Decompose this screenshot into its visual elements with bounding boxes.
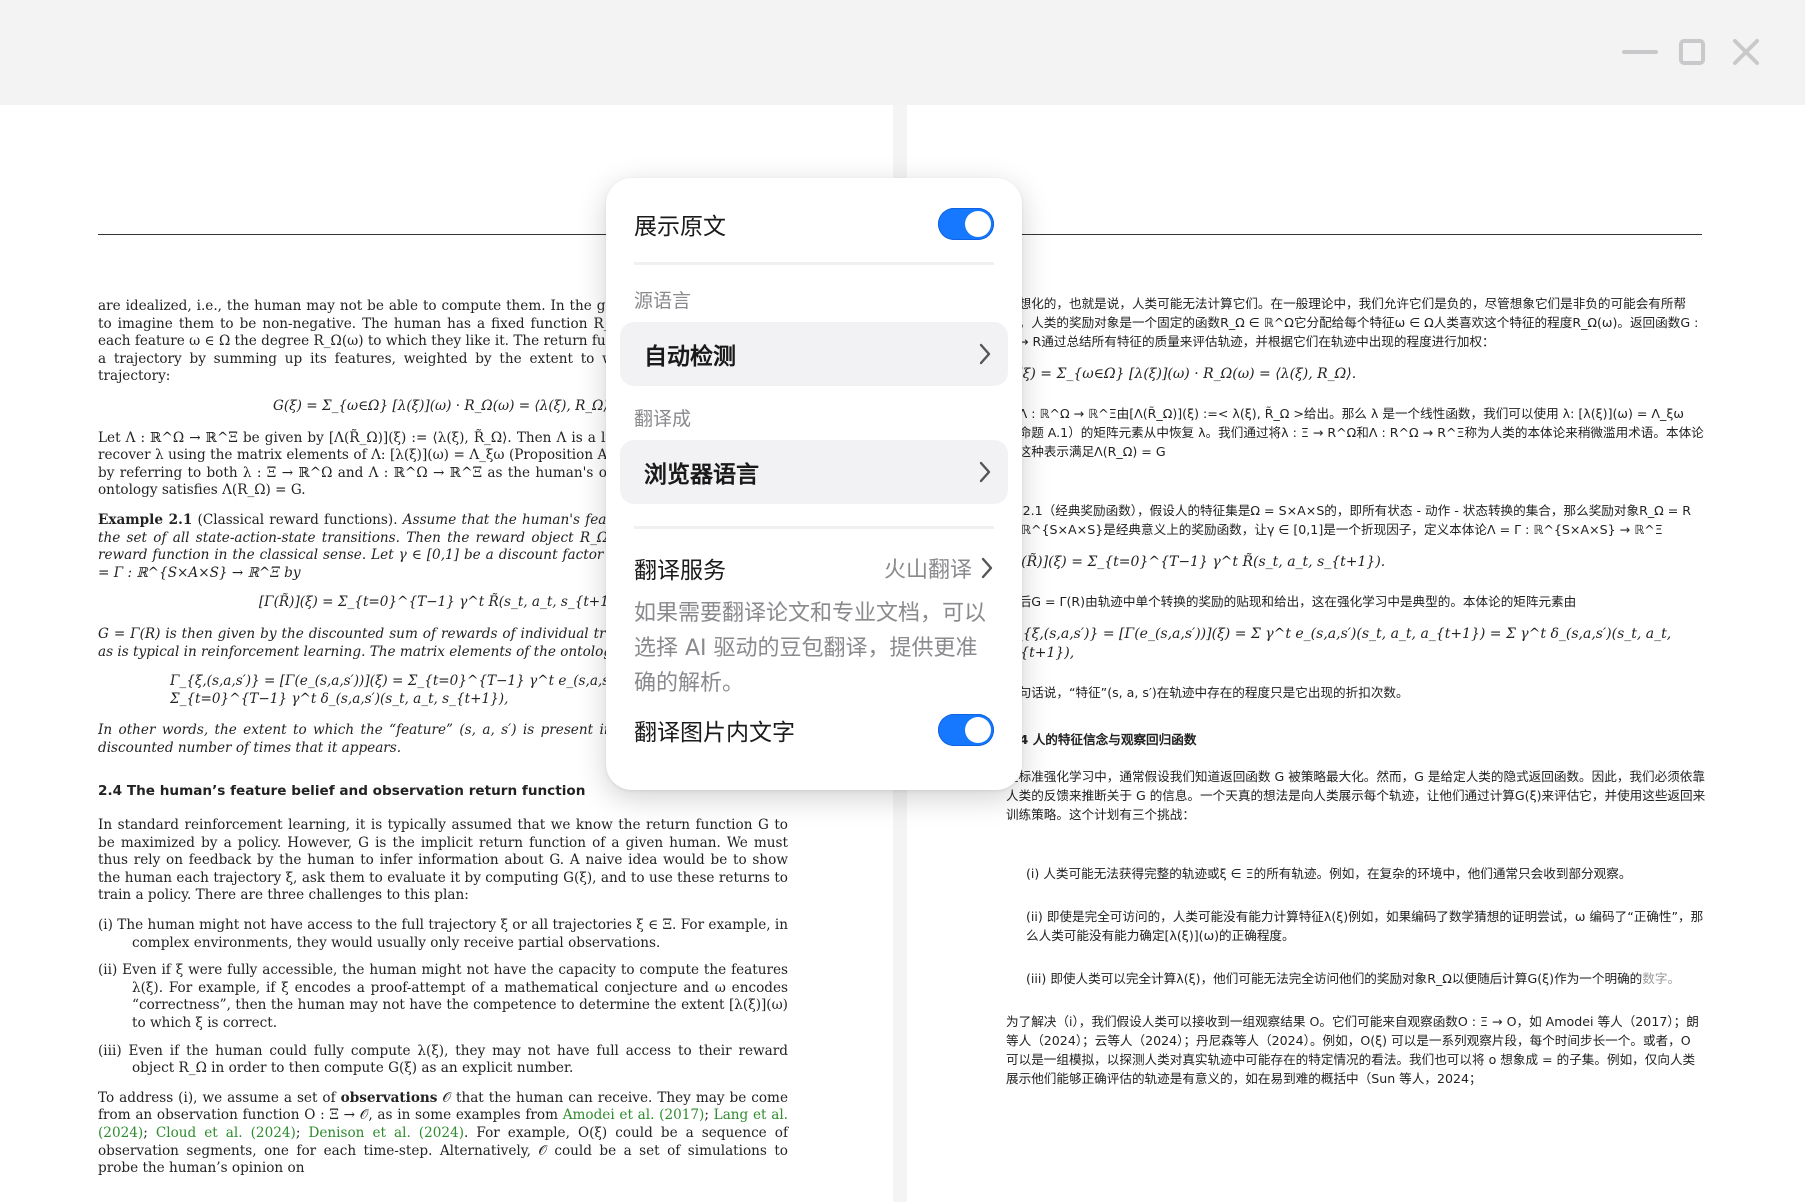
list-item: (i) The human might not have access to t… [98, 917, 788, 951]
list-item: (iii) Even if the human could fully comp… [98, 1042, 788, 1077]
translate-images-label: 翻译图片内文字 [634, 720, 795, 746]
text: To address (i), we assume a set of [98, 1089, 341, 1106]
service-value-group: 火山翻译 [884, 552, 994, 584]
source-language-heading: 源语言 [634, 290, 692, 312]
divider [634, 526, 994, 529]
text: (iii) 即使人类可以完全计算λ(ξ)，他们可能无法完全访问他们的奖励对象R_… [1026, 971, 1643, 986]
paragraph: 为了解决（i），我们假设人类可以接收到一组观察结果 O。它们可能来自观察函数O … [1006, 1014, 1699, 1086]
list-item: (ii) 即使是完全可访问的，人类可能没有能力计算特征λ(ξ)例如，如果编码了数… [1026, 909, 1704, 943]
paragraph: 换句话说，“特征”(s, a, s′)在轨迹中存在的程度只是它出现的折扣次数。 [1006, 685, 1409, 700]
citation-link[interactable]: Amodei et al. (2017) [563, 1107, 705, 1123]
equation: [Γ(R̃)](ξ) = Σ_{t=0}^{T−1} γ^t R̃(s_t, a… [1006, 554, 1386, 570]
chevron-right-icon [979, 343, 991, 365]
list-item: (i) 人类可能无法获得完整的轨迹或ξ ∈ Ξ的所有轨迹。例如，在复杂的环境中，… [1026, 866, 1632, 881]
target-language-heading: 翻译成 [634, 408, 692, 430]
paragraph: 理想化的，也就是说，人类可能无法计算它们。在一般理论中，我们允许它们是负的，尽管… [1006, 296, 1699, 349]
example-heading: Example 2.1 [98, 511, 193, 528]
chevron-right-icon [981, 557, 993, 579]
minimize-icon[interactable] [1622, 36, 1658, 68]
window-titlebar [0, 0, 1805, 106]
target-language-value: 浏览器语言 [644, 462, 759, 488]
show-original-toggle[interactable] [938, 208, 994, 240]
paragraph: 让Λ : ℝ^Ω → ℝ^Ξ由[Λ(R̃_Ω)](ξ) :=< λ(ξ), R̃… [1006, 406, 1704, 459]
source-language-select[interactable]: 自动检测 [620, 322, 1008, 386]
list-item: (iii) 即使人类可以完全计算λ(ξ)，他们可能无法完全访问他们的奖励对象R_… [1026, 969, 1706, 988]
show-original-label: 展示原文 [634, 214, 726, 240]
maximize-icon[interactable] [1674, 36, 1710, 68]
translate-images-toggle[interactable] [938, 714, 994, 746]
translation-settings-popover: 展示原文 源语言 自动检测 翻译成 浏览器语言 翻译服务 火山翻译 如果需要翻译… [606, 178, 1022, 790]
challenge-list: (i) The human might not have access to t… [98, 917, 788, 1078]
header-rule-right [1020, 234, 1702, 235]
paragraph: In standard reinforcement learning, it i… [98, 817, 788, 904]
divider [634, 262, 994, 265]
equation: Γ_{ξ,(s,a,s′)} = [Γ(e_(s,a,s′))](ξ) = Σ … [1006, 626, 1672, 661]
list-item: (ii) Even if ξ were fully accessible, th… [98, 962, 788, 1031]
source-language-value: 自动检测 [644, 344, 736, 370]
toggle-knob [965, 717, 991, 743]
example-title: (Classical reward functions). [197, 511, 398, 528]
paragraph: To address (i), we assume a set of obser… [98, 1089, 788, 1177]
term-observations: observations [340, 1089, 438, 1106]
paragraph: 在标准强化学习中，通常假设我们知道返回函数 G 被策略最大化。然而，G 是给定人… [1006, 769, 1706, 822]
paragraph: 然后G = Γ(R)由轨迹中单个转换的奖励的贴现和给出，这在强化学习中是典型的。… [1006, 594, 1577, 609]
translated-page: 理想化的，也就是说，人类可能无法计算它们。在一般理论中，我们允许它们是负的，尽管… [1006, 294, 1706, 1102]
service-description: 如果需要翻译论文和专业文档，可以选择 AI 驱动的豆包翻译，提供更准确的解析。 [634, 601, 987, 696]
toggle-knob [965, 211, 991, 237]
citation-link[interactable]: Cloud et al. (2024) [156, 1125, 296, 1141]
show-original-row: 展示原文 [634, 202, 994, 246]
equation: G(ξ) = Σ_{ω∈Ω} [λ(ξ)](ω) · R_Ω(ω) = ⟨λ(ξ… [1006, 366, 1357, 382]
paragraph: 例 2.1（经典奖励函数），假设人的特征集是Ω = S×A×S的，即所有状态 -… [1006, 503, 1692, 537]
close-icon[interactable] [1728, 36, 1764, 68]
header-rule-left [98, 234, 608, 235]
citation-link[interactable]: Denison et al. (2024) [308, 1125, 464, 1141]
chevron-right-icon [979, 461, 991, 483]
translate-images-row: 翻译图片内文字 [634, 708, 994, 752]
translation-service-label: 翻译服务 [634, 558, 726, 584]
section-heading: 2.4 人的特征信念与观察回归函数 [1006, 732, 1197, 747]
text: 数字。 [1642, 971, 1681, 986]
translation-service-row[interactable]: 翻译服务 火山翻译 [634, 546, 994, 590]
target-language-select[interactable]: 浏览器语言 [620, 440, 1008, 504]
translation-service-value: 火山翻译 [883, 558, 972, 583]
